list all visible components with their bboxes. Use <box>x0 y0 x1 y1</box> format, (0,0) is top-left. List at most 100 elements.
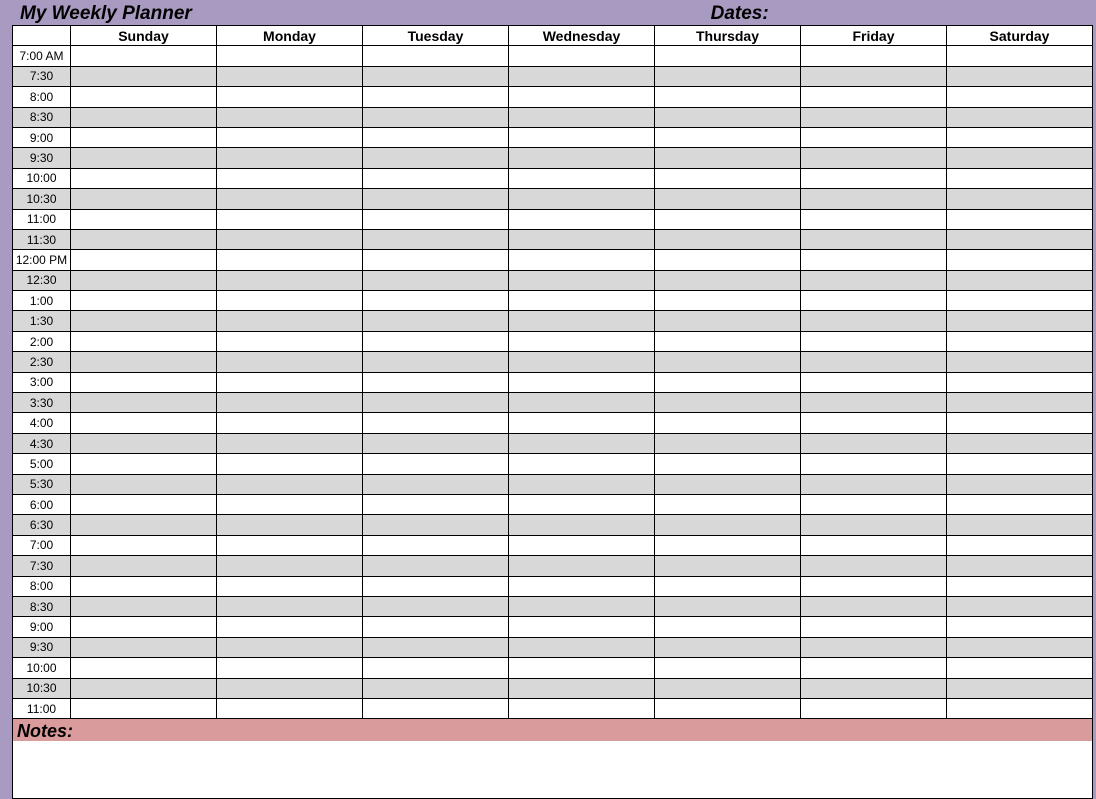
time-slot[interactable] <box>509 250 655 270</box>
time-slot[interactable] <box>655 331 801 351</box>
time-slot[interactable] <box>801 596 947 616</box>
time-slot[interactable] <box>71 556 217 576</box>
time-slot[interactable] <box>947 393 1093 413</box>
time-slot[interactable] <box>71 270 217 290</box>
time-slot[interactable] <box>509 494 655 514</box>
time-slot[interactable] <box>71 229 217 249</box>
time-slot[interactable] <box>71 107 217 127</box>
time-slot[interactable] <box>655 209 801 229</box>
time-slot[interactable] <box>947 576 1093 596</box>
time-slot[interactable] <box>947 250 1093 270</box>
time-slot[interactable] <box>509 331 655 351</box>
time-slot[interactable] <box>363 433 509 453</box>
time-slot[interactable] <box>71 372 217 392</box>
time-slot[interactable] <box>71 474 217 494</box>
time-slot[interactable] <box>947 311 1093 331</box>
time-slot[interactable] <box>801 331 947 351</box>
time-slot[interactable] <box>509 678 655 698</box>
time-slot[interactable] <box>217 148 363 168</box>
time-slot[interactable] <box>947 494 1093 514</box>
time-slot[interactable] <box>217 454 363 474</box>
time-slot[interactable] <box>217 168 363 188</box>
time-slot[interactable] <box>217 637 363 657</box>
time-slot[interactable] <box>801 311 947 331</box>
time-slot[interactable] <box>363 352 509 372</box>
time-slot[interactable] <box>71 66 217 86</box>
time-slot[interactable] <box>947 270 1093 290</box>
time-slot[interactable] <box>71 454 217 474</box>
time-slot[interactable] <box>217 494 363 514</box>
time-slot[interactable] <box>509 87 655 107</box>
time-slot[interactable] <box>363 148 509 168</box>
time-slot[interactable] <box>217 576 363 596</box>
time-slot[interactable] <box>217 372 363 392</box>
time-slot[interactable] <box>71 352 217 372</box>
time-slot[interactable] <box>801 515 947 535</box>
time-slot[interactable] <box>947 433 1093 453</box>
time-slot[interactable] <box>363 413 509 433</box>
time-slot[interactable] <box>655 393 801 413</box>
time-slot[interactable] <box>71 148 217 168</box>
time-slot[interactable] <box>801 678 947 698</box>
time-slot[interactable] <box>801 474 947 494</box>
time-slot[interactable] <box>509 393 655 413</box>
time-slot[interactable] <box>655 372 801 392</box>
time-slot[interactable] <box>655 311 801 331</box>
time-slot[interactable] <box>655 698 801 718</box>
time-slot[interactable] <box>947 413 1093 433</box>
time-slot[interactable] <box>801 494 947 514</box>
time-slot[interactable] <box>71 127 217 147</box>
time-slot[interactable] <box>71 535 217 555</box>
time-slot[interactable] <box>947 209 1093 229</box>
time-slot[interactable] <box>217 270 363 290</box>
time-slot[interactable] <box>217 596 363 616</box>
time-slot[interactable] <box>801 291 947 311</box>
time-slot[interactable] <box>509 433 655 453</box>
time-slot[interactable] <box>509 291 655 311</box>
time-slot[interactable] <box>71 494 217 514</box>
time-slot[interactable] <box>947 658 1093 678</box>
time-slot[interactable] <box>509 352 655 372</box>
time-slot[interactable] <box>655 127 801 147</box>
time-slot[interactable] <box>363 291 509 311</box>
time-slot[interactable] <box>71 617 217 637</box>
time-slot[interactable] <box>947 637 1093 657</box>
time-slot[interactable] <box>71 209 217 229</box>
time-slot[interactable] <box>509 617 655 637</box>
time-slot[interactable] <box>217 658 363 678</box>
time-slot[interactable] <box>655 352 801 372</box>
time-slot[interactable] <box>71 331 217 351</box>
time-slot[interactable] <box>509 698 655 718</box>
time-slot[interactable] <box>217 352 363 372</box>
time-slot[interactable] <box>801 46 947 66</box>
time-slot[interactable] <box>363 515 509 535</box>
time-slot[interactable] <box>509 413 655 433</box>
time-slot[interactable] <box>71 311 217 331</box>
time-slot[interactable] <box>363 87 509 107</box>
time-slot[interactable] <box>655 474 801 494</box>
time-slot[interactable] <box>509 148 655 168</box>
time-slot[interactable] <box>363 331 509 351</box>
time-slot[interactable] <box>71 46 217 66</box>
time-slot[interactable] <box>947 617 1093 637</box>
time-slot[interactable] <box>509 270 655 290</box>
time-slot[interactable] <box>71 189 217 209</box>
time-slot[interactable] <box>509 209 655 229</box>
time-slot[interactable] <box>947 66 1093 86</box>
time-slot[interactable] <box>509 311 655 331</box>
time-slot[interactable] <box>509 168 655 188</box>
time-slot[interactable] <box>655 291 801 311</box>
time-slot[interactable] <box>509 46 655 66</box>
time-slot[interactable] <box>801 229 947 249</box>
time-slot[interactable] <box>801 576 947 596</box>
time-slot[interactable] <box>801 352 947 372</box>
time-slot[interactable] <box>655 270 801 290</box>
time-slot[interactable] <box>363 576 509 596</box>
time-slot[interactable] <box>363 168 509 188</box>
time-slot[interactable] <box>655 576 801 596</box>
time-slot[interactable] <box>801 413 947 433</box>
time-slot[interactable] <box>217 291 363 311</box>
time-slot[interactable] <box>217 515 363 535</box>
time-slot[interactable] <box>801 454 947 474</box>
time-slot[interactable] <box>217 311 363 331</box>
